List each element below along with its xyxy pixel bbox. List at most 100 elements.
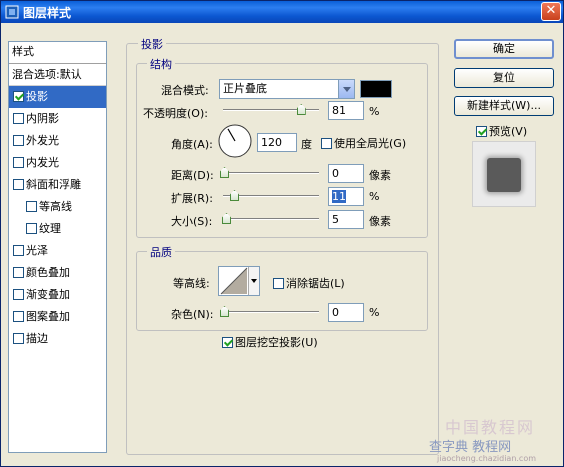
style-item-label: 渐变叠加	[26, 288, 70, 301]
structure-legend: 结构	[147, 56, 175, 72]
preview-label: 预览(V)	[489, 125, 528, 138]
global-light-label: 使用全局光(G)	[334, 137, 407, 150]
opacity-input[interactable]: 81	[328, 101, 364, 120]
style-item-checkbox[interactable]	[13, 289, 24, 300]
distance-unit: 像素	[369, 169, 391, 182]
preview-checkbox[interactable]	[476, 126, 487, 137]
spread-percent: %	[369, 190, 380, 203]
knockout-checkbox[interactable]	[222, 337, 233, 348]
contour-dropdown-icon[interactable]	[248, 267, 259, 295]
ok-label: 确定	[493, 42, 515, 55]
style-item-checkbox[interactable]	[13, 245, 24, 256]
style-item-label: 外发光	[26, 134, 59, 147]
style-item-checkbox[interactable]	[13, 179, 24, 190]
global-light-checkbox[interactable]	[321, 138, 332, 149]
angle-value: 120	[261, 136, 282, 149]
watermark-line2: 查字典 教程网	[429, 440, 512, 455]
style-item-label: 颜色叠加	[26, 266, 70, 279]
knockout-option[interactable]: 图层挖空投影(U)	[222, 334, 318, 350]
shadow-color-swatch[interactable]	[360, 80, 392, 98]
style-item[interactable]: 纹理	[9, 218, 106, 240]
contour-picker[interactable]	[218, 266, 260, 296]
chevron-down-icon	[338, 80, 354, 98]
style-item-checkbox[interactable]	[13, 157, 24, 168]
anti-alias-checkbox[interactable]	[273, 278, 284, 289]
spread-value: 11	[332, 190, 346, 203]
quality-legend: 品质	[147, 244, 175, 260]
angle-dial-icon	[218, 124, 252, 158]
style-item[interactable]: 图案叠加	[9, 306, 106, 328]
blend-mode-select[interactable]: 正片叠底	[219, 79, 355, 99]
preview-option[interactable]: 预览(V)	[476, 123, 527, 139]
anti-alias-option[interactable]: 消除锯齿(L)	[273, 275, 345, 291]
distance-slider-track[interactable]	[223, 172, 319, 174]
style-item[interactable]: 外发光	[9, 130, 106, 152]
style-item-label: 内阴影	[26, 112, 59, 125]
contour-label: 等高线:	[173, 277, 210, 290]
style-item[interactable]: 渐变叠加	[9, 284, 106, 306]
style-item[interactable]: 颜色叠加	[9, 262, 106, 284]
size-value: 5	[332, 213, 339, 226]
style-item-checkbox[interactable]	[26, 201, 37, 212]
noise-label: 杂色(N):	[171, 308, 214, 321]
style-item[interactable]: 内发光	[9, 152, 106, 174]
preview-thumbnail	[487, 158, 521, 192]
noise-percent: %	[369, 306, 380, 319]
watermark-line3: jiaocheng.chazidian.com	[437, 454, 537, 463]
ok-button[interactable]: 确定	[454, 39, 554, 59]
layer-style-dialog: 图层样式 ✕ 样式 混合选项:默认 投影内阴影外发光内发光 斜面和浮雕等高线纹理光…	[0, 0, 564, 467]
style-item-checkbox[interactable]	[13, 135, 24, 146]
opacity-value: 81	[332, 104, 346, 117]
spread-label: 扩展(R):	[171, 192, 213, 205]
angle-input[interactable]: 120	[257, 133, 297, 152]
size-label: 大小(S):	[171, 215, 213, 228]
spread-input[interactable]: 11	[328, 187, 364, 206]
new-style-button[interactable]: 新建样式(W)...	[454, 96, 554, 116]
style-preview	[472, 141, 536, 207]
style-item-label: 投影	[26, 90, 48, 103]
style-item[interactable]: 内阴影	[9, 108, 106, 130]
style-item[interactable]: 投影	[9, 86, 106, 108]
drop-shadow-legend: 投影	[138, 36, 166, 52]
opacity-percent: %	[369, 105, 380, 118]
style-list-header[interactable]: 样式	[9, 42, 106, 64]
title-bar[interactable]: 图层样式 ✕	[1, 1, 563, 23]
style-items: 投影内阴影外发光内发光 斜面和浮雕等高线纹理光泽颜色叠加渐变叠加图案叠加描边	[9, 86, 106, 350]
style-item-checkbox[interactable]	[26, 223, 37, 234]
opacity-label: 不透明度(O):	[143, 107, 208, 120]
knockout-label: 图层挖空投影(U)	[235, 336, 318, 349]
style-item-checkbox[interactable]	[13, 267, 24, 278]
style-item[interactable]: 光泽	[9, 240, 106, 262]
style-item-checkbox[interactable]	[13, 311, 24, 322]
distance-label: 距离(D):	[171, 169, 214, 182]
new-style-label: 新建样式(W)...	[467, 99, 541, 112]
reset-button[interactable]: 复位	[454, 68, 554, 88]
style-item-label: 等高线	[39, 200, 72, 213]
style-item-label: 光泽	[26, 244, 48, 257]
size-input[interactable]: 5	[328, 210, 364, 229]
style-item-checkbox[interactable]	[13, 333, 24, 344]
watermark-line1: 中国教程网	[445, 418, 536, 437]
distance-input[interactable]: 0	[328, 164, 364, 183]
style-item-checkbox[interactable]	[13, 113, 24, 124]
angle-unit: 度	[301, 138, 312, 151]
anti-alias-label: 消除锯齿(L)	[286, 277, 345, 290]
app-icon	[5, 5, 19, 19]
style-item-checkbox[interactable]	[13, 91, 24, 102]
blend-options-item[interactable]: 混合选项:默认	[9, 64, 106, 86]
window-title: 图层样式	[23, 6, 72, 20]
global-light-option[interactable]: 使用全局光(G)	[321, 135, 406, 151]
blend-mode-label: 混合模式:	[161, 84, 209, 97]
style-item[interactable]: 斜面和浮雕	[9, 174, 106, 196]
reset-label: 复位	[493, 71, 515, 84]
close-button[interactable]: ✕	[541, 2, 561, 21]
style-item-label: 图案叠加	[26, 310, 70, 323]
style-item-label: 描边	[26, 332, 48, 345]
watermark: 中国教程网 查字典 教程网 jiaocheng.chazidian.com	[429, 414, 561, 464]
noise-slider-track[interactable]	[223, 311, 319, 313]
angle-dial[interactable]	[217, 123, 253, 159]
style-item[interactable]: 等高线	[9, 196, 106, 218]
noise-input[interactable]: 0	[328, 303, 364, 322]
style-item[interactable]: 描边	[9, 328, 106, 350]
size-slider-track[interactable]	[223, 218, 319, 220]
